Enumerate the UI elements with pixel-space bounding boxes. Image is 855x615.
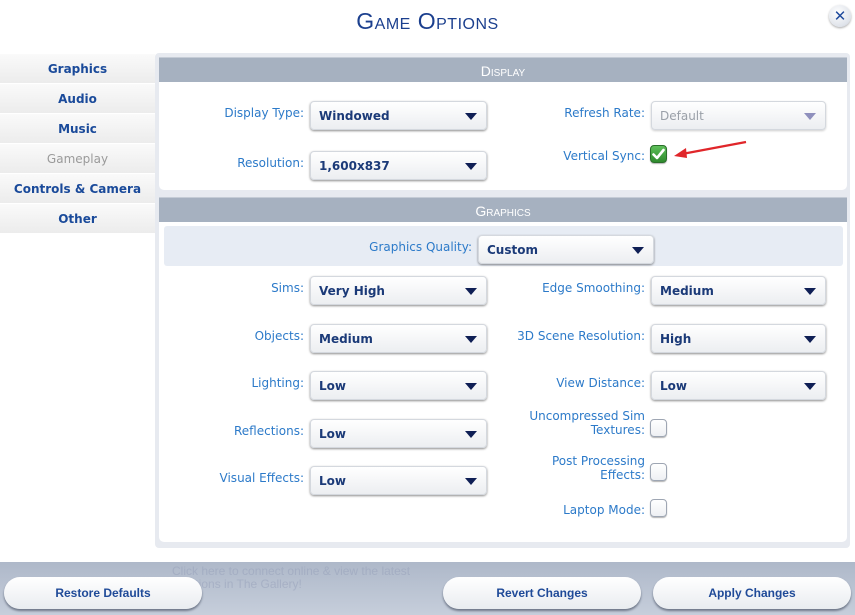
- scene-resolution-select[interactable]: High: [651, 324, 826, 353]
- objects-value: Medium: [319, 331, 373, 346]
- sidebar-item-gameplay: Gameplay: [0, 144, 155, 174]
- graphics-quality-value: Custom: [487, 242, 538, 257]
- vertical-sync-label: Vertical Sync:: [563, 149, 645, 163]
- lighting-label: Lighting:: [251, 376, 304, 390]
- edge-smoothing-select[interactable]: Medium: [651, 276, 826, 305]
- dropdown-arrow-icon: [804, 336, 816, 343]
- objects-select[interactable]: Medium: [310, 324, 487, 353]
- dropdown-arrow-icon: [465, 478, 477, 485]
- dropdown-arrow-icon: [465, 113, 477, 120]
- sidebar-item-graphics[interactable]: Graphics: [0, 54, 155, 84]
- sidebar: Graphics Audio Music Gameplay Controls &…: [0, 54, 155, 234]
- post-processing-label-line1: Post Processing: [552, 454, 645, 468]
- sims-select[interactable]: Very High: [310, 276, 487, 305]
- dropdown-arrow-icon: [465, 288, 477, 295]
- scene-resolution-value: High: [660, 331, 692, 346]
- uncompressed-textures-label-line2: Textures:: [590, 423, 645, 437]
- close-icon: ✕: [833, 6, 847, 25]
- graphics-quality-select[interactable]: Custom: [478, 235, 654, 264]
- reflections-label: Reflections:: [233, 424, 304, 438]
- dropdown-arrow-icon: [804, 113, 816, 120]
- gallery-promo-text: Click here to connect online & view the …: [172, 564, 411, 591]
- dropdown-arrow-icon: [465, 383, 477, 390]
- display-type-select[interactable]: Windowed: [310, 101, 487, 130]
- apply-changes-button[interactable]: Apply Changes: [653, 577, 851, 609]
- sidebar-item-other[interactable]: Other: [0, 204, 155, 234]
- refresh-rate-value: Default: [660, 108, 704, 123]
- objects-label: Objects:: [254, 329, 304, 343]
- sims-label: Sims:: [271, 281, 304, 295]
- sidebar-item-audio[interactable]: Audio: [0, 84, 155, 114]
- resolution-value: 1,600x837: [319, 158, 390, 173]
- restore-defaults-button[interactable]: Restore Defaults: [4, 577, 202, 609]
- resolution-select[interactable]: 1,600x837: [310, 151, 487, 180]
- reflections-value: Low: [319, 426, 346, 441]
- post-processing-label: Post Processing Effects:: [500, 454, 645, 482]
- sidebar-item-controls-camera[interactable]: Controls & Camera: [0, 174, 155, 204]
- post-processing-checkbox[interactable]: [650, 463, 667, 481]
- dropdown-arrow-icon: [465, 163, 477, 170]
- lighting-value: Low: [319, 378, 346, 393]
- post-processing-label-line2: Effects:: [600, 468, 645, 482]
- visual-effects-label: Visual Effects:: [219, 471, 304, 485]
- dropdown-arrow-icon: [804, 383, 816, 390]
- lighting-select[interactable]: Low: [310, 371, 487, 400]
- window-title: Game Options: [356, 8, 499, 34]
- reflections-select[interactable]: Low: [310, 419, 487, 448]
- edge-smoothing-value: Medium: [660, 283, 714, 298]
- refresh-rate-label: Refresh Rate:: [564, 106, 645, 120]
- graphics-section-header: Graphics: [159, 197, 847, 222]
- dropdown-arrow-icon: [804, 288, 816, 295]
- display-type-label: Display Type:: [224, 106, 304, 120]
- view-distance-select[interactable]: Low: [651, 371, 826, 400]
- dropdown-arrow-icon: [465, 336, 477, 343]
- sidebar-item-music[interactable]: Music: [0, 114, 155, 144]
- resolution-label: Resolution:: [237, 156, 304, 170]
- visual-effects-value: Low: [319, 473, 346, 488]
- laptop-mode-label: Laptop Mode:: [563, 503, 645, 517]
- visual-effects-select[interactable]: Low: [310, 466, 487, 495]
- laptop-mode-checkbox[interactable]: [650, 499, 667, 517]
- edge-smoothing-label: Edge Smoothing:: [542, 281, 645, 295]
- display-section: [159, 82, 847, 190]
- refresh-rate-select: Default: [651, 101, 826, 130]
- view-distance-label: View Distance:: [556, 376, 645, 390]
- revert-changes-button[interactable]: Revert Changes: [443, 577, 641, 609]
- uncompressed-textures-label-line1: Uncompressed Sim: [529, 409, 645, 423]
- vertical-sync-checkbox[interactable]: [650, 145, 667, 163]
- uncompressed-textures-label: Uncompressed Sim Textures:: [500, 409, 645, 437]
- close-button[interactable]: ✕: [829, 5, 851, 27]
- dropdown-arrow-icon: [632, 247, 644, 254]
- display-section-header: Display: [159, 57, 847, 82]
- uncompressed-textures-checkbox[interactable]: [650, 419, 667, 437]
- checkmark-icon: [652, 148, 665, 160]
- dropdown-arrow-icon: [465, 431, 477, 438]
- sims-value: Very High: [319, 283, 385, 298]
- scene-resolution-label: 3D Scene Resolution:: [517, 329, 645, 343]
- graphics-quality-label: Graphics Quality:: [369, 240, 472, 254]
- display-type-value: Windowed: [319, 108, 390, 123]
- view-distance-value: Low: [660, 378, 687, 393]
